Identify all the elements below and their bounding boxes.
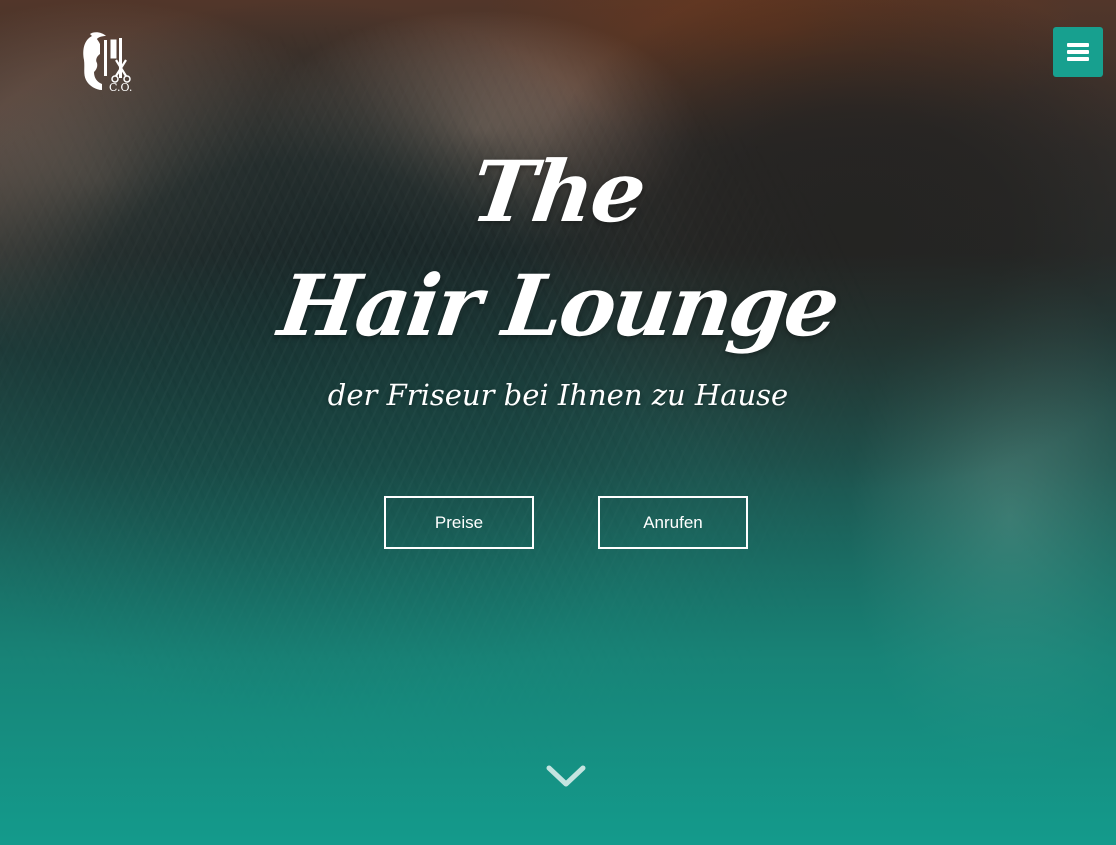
hero-title-line1: The xyxy=(465,142,651,241)
teal-overlay xyxy=(0,0,1116,845)
hero-subtitle: der Friseur bei Ihnen zu Hause xyxy=(327,378,789,412)
site-logo[interactable]: C.O. xyxy=(78,30,136,94)
prices-button[interactable]: Preise xyxy=(384,496,534,549)
chevron-down-icon xyxy=(546,765,586,787)
barber-co-logo-icon: C.O. xyxy=(83,32,132,94)
scroll-down-button[interactable] xyxy=(545,762,587,792)
call-button[interactable]: Anrufen xyxy=(598,496,748,549)
menu-button[interactable] xyxy=(1053,27,1103,77)
hero-section: C.O. The Hair Lounge der Friseur bei Ihn… xyxy=(0,0,1116,845)
hero-title-line2: Hair Lounge xyxy=(273,256,843,355)
svg-text:C.O.: C.O. xyxy=(109,81,132,94)
hamburger-menu-icon xyxy=(1067,43,1089,61)
